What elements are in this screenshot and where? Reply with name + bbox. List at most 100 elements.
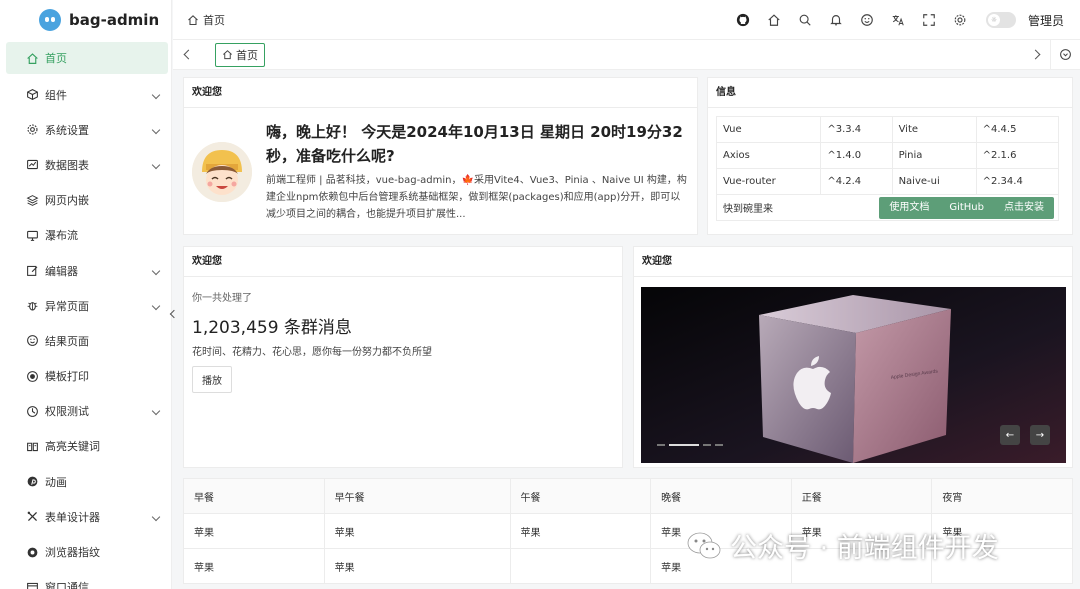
sidebar-item-1[interactable]: 组件 (0, 77, 171, 112)
more-icon (1060, 49, 1071, 60)
dependency-name: Naive-ui (891, 168, 977, 195)
table-cell: 苹果 (183, 513, 325, 549)
tab-scroll-left-button[interactable] (173, 40, 203, 70)
image-carousel[interactable]: Apple Design Awards ← → (641, 287, 1066, 463)
layers-icon (25, 193, 39, 207)
window-icon (25, 580, 39, 589)
sidebar: bag-admin 首页 组件 系统设置数据图表网页内嵌瀑布流编辑器异常页面 结果页面… (0, 0, 172, 589)
arrow-right-icon: → (1035, 429, 1045, 441)
chevron-down-icon (151, 90, 161, 99)
sidebar-item-3[interactable]: 数据图表 (0, 147, 171, 182)
translate-icon[interactable] (883, 0, 914, 40)
smile-icon[interactable] (852, 0, 883, 40)
sidebar-item-14[interactable]: 浏览器指纹 (0, 534, 171, 569)
search-icon[interactable] (790, 0, 821, 40)
welcome-card-title: 欢迎您 (184, 78, 697, 108)
sidebar-item-12[interactable]: 动画 (0, 464, 171, 499)
theme-toggle[interactable]: ☼ (985, 12, 1016, 28)
breadcrumb[interactable]: 首页 (187, 12, 225, 28)
play-button[interactable]: 播放 (192, 366, 232, 393)
bell-icon[interactable] (821, 0, 852, 40)
sidebar-item-6[interactable]: 编辑器 (0, 253, 171, 288)
monitor-icon (25, 228, 39, 242)
chrome-icon (25, 545, 39, 559)
sidebar-item-label: 编辑器 (45, 264, 78, 278)
dependency-row: Axios ^1.4.0 Pinia ^2.1.6 (715, 142, 1060, 169)
sidebar-item-2[interactable]: 系统设置 (0, 112, 171, 147)
home-icon (188, 14, 198, 25)
carousel-indicators[interactable] (657, 444, 723, 446)
dependency-name: Vite (891, 116, 977, 143)
sidebar-item-5[interactable]: 瀑布流 (0, 218, 171, 253)
chevron-down-icon (151, 407, 161, 416)
sidebar-item-4[interactable]: 网页内嵌 (0, 183, 171, 218)
carousel-prev-button[interactable]: ← (1000, 425, 1020, 445)
dependency-table: Vue ^3.3.4 Vite ^4.4.5 Axios ^1.4.0 Pinia ^2.1.… (715, 116, 1060, 195)
fullscreen-icon[interactable] (914, 0, 945, 40)
record-icon (25, 369, 39, 383)
dependency-name: Vue (715, 116, 822, 143)
install-button[interactable]: 点击安装 (994, 197, 1054, 219)
column-header: 早午餐 (323, 478, 511, 514)
sidebar-item-15[interactable]: 窗口通信 (0, 570, 171, 589)
avatar (192, 142, 252, 202)
sidebar-item-label: 表单设计器 (45, 510, 100, 524)
carousel-dot[interactable] (657, 444, 665, 446)
table-header-row: 早餐 早午餐 午餐 晚餐 正餐 夜宵 (183, 478, 1073, 514)
carousel-dot[interactable] (715, 444, 723, 446)
dependency-version: ^2.34.4 (975, 168, 1060, 195)
sidebar-item-11[interactable]: 高亮关键词 (0, 429, 171, 464)
logo-icon (39, 9, 61, 31)
edit-icon (25, 264, 39, 278)
carousel-dot[interactable] (703, 444, 711, 446)
dependency-name: Pinia (891, 142, 977, 169)
table-cell (509, 548, 652, 584)
sidebar-collapse-button[interactable] (168, 305, 180, 323)
sidebar-item-label: 权限测试 (45, 405, 89, 419)
pinterest-icon (25, 475, 39, 489)
sidebar-item-0[interactable]: 首页 (6, 42, 168, 74)
dependency-row: Vue ^3.3.4 Vite ^4.4.5 (715, 116, 1060, 143)
home-icon (25, 51, 39, 65)
user-menu[interactable]: 管理员 (1028, 12, 1080, 29)
chevron-down-icon (151, 301, 161, 310)
column-header: 正餐 (790, 478, 933, 514)
carousel-dot-active[interactable] (669, 444, 699, 446)
lock-icon (25, 404, 39, 418)
home-icon (223, 50, 232, 60)
bug-icon (25, 299, 39, 313)
info-footer-label: 快到碗里来 (723, 204, 773, 215)
app-logo[interactable]: bag-admin (0, 0, 171, 40)
message-count: 1,203,459 条群消息 (192, 318, 352, 338)
tab-scroll-right-button[interactable] (1020, 40, 1050, 70)
carousel-next-button[interactable]: → (1030, 425, 1050, 445)
dependency-name: Axios (715, 142, 822, 169)
greeting-text: 嗨，晚上好！ 今天是2024年10月13日 星期日 20时19分32秒，准备吃什… (266, 123, 683, 165)
smile-icon (25, 334, 39, 348)
sidebar-item-label: 瀑布流 (45, 229, 78, 243)
gear-icon[interactable] (945, 0, 976, 40)
wechat-icon (687, 532, 721, 558)
sun-icon: ☼ (987, 14, 1000, 26)
column-header: 晚餐 (650, 478, 792, 514)
logo-text: bag-admin (69, 11, 160, 29)
sidebar-item-8[interactable]: 结果页面 (0, 323, 171, 358)
sidebar-item-9[interactable]: 模板打印 (0, 359, 171, 394)
tab-options-button[interactable] (1050, 39, 1080, 70)
sidebar-menu: 首页 组件 系统设置数据图表网页内嵌瀑布流编辑器异常页面 结果页面 模板打印权限测试高亮… (0, 40, 171, 589)
info-card-title: 信息 (708, 78, 1072, 108)
stats-motto: 花时间、花精力、花心思，愿你每一份努力都不负所望 (192, 347, 432, 358)
github-icon[interactable] (728, 0, 759, 40)
sidebar-item-label: 数据图表 (45, 158, 89, 172)
sidebar-item-7[interactable]: 异常页面 (0, 288, 171, 323)
dependency-version: ^2.1.6 (975, 142, 1060, 169)
home-icon[interactable] (759, 0, 790, 40)
tab-home[interactable]: 首页 (215, 42, 265, 67)
github-button[interactable]: GitHub (939, 197, 994, 219)
sidebar-item-10[interactable]: 权限测试 (0, 394, 171, 429)
dependency-version: ^3.3.4 (820, 116, 893, 143)
column-header: 夜宵 (931, 478, 1073, 514)
sidebar-item-13[interactable]: 表单设计器 (0, 499, 171, 534)
chevron-down-icon (151, 160, 161, 170)
docs-button[interactable]: 使用文档 (879, 197, 939, 219)
